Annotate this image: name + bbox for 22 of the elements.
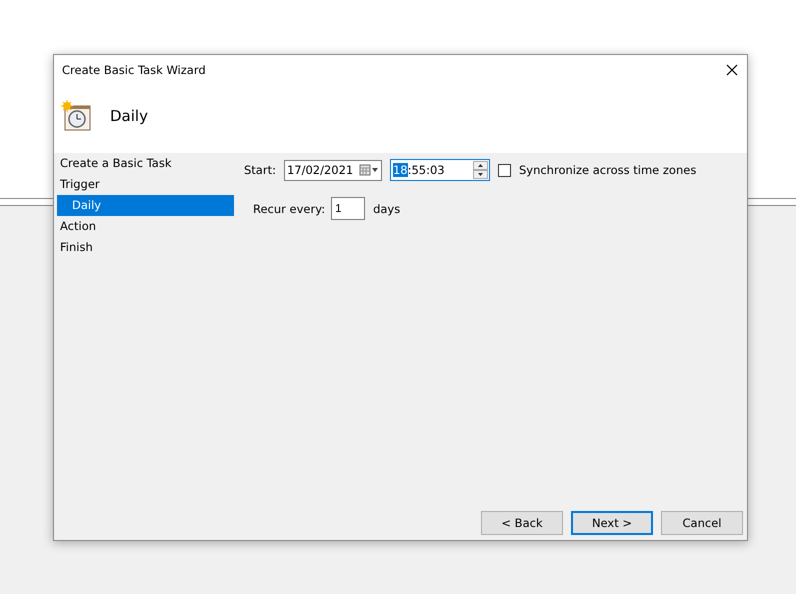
time-field[interactable]: 18:55:03: [390, 159, 490, 181]
recur-input[interactable]: 1: [331, 197, 366, 220]
checkbox[interactable]: [498, 164, 511, 176]
wizard-button[interactable]: Cancel: [661, 511, 743, 535]
clock-icon: [60, 100, 92, 132]
calendar-icon[interactable]: [358, 164, 379, 176]
spinner-icon[interactable]: [472, 161, 488, 179]
sidebar-item[interactable]: Action: [57, 216, 234, 237]
recur-label: Recur every:: [253, 202, 326, 216]
checkbox-label: Synchronize across time zones: [518, 163, 696, 177]
unit-label: days: [373, 202, 400, 216]
close-icon[interactable]: [725, 63, 739, 77]
start-label: Start:: [244, 163, 276, 177]
sidebar-item[interactable]: Trigger: [57, 174, 234, 195]
date-picker[interactable]: 17/02/2021: [284, 160, 382, 180]
window-title: Create Basic Task Wizard: [62, 63, 206, 77]
wizard-button[interactable]: Next >: [571, 511, 653, 535]
wizard-button[interactable]: < Back: [481, 511, 563, 535]
page-heading: Daily: [110, 107, 148, 125]
sidebar-item[interactable]: Create a Basic Task: [57, 153, 234, 174]
sidebar-item[interactable]: Finish: [57, 237, 234, 258]
sidebar-item[interactable]: Daily: [57, 195, 234, 216]
